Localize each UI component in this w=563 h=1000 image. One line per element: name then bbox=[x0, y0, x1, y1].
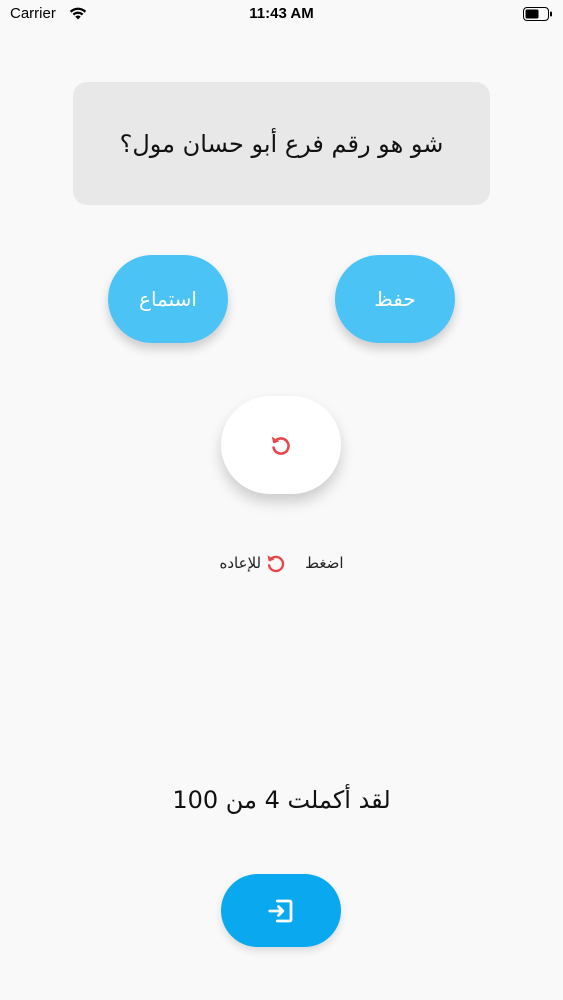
save-button-label: حفظ bbox=[374, 287, 416, 311]
battery-icon bbox=[523, 7, 552, 21]
status-bar: Carrier 11:43 AM bbox=[0, 0, 563, 32]
hint-press-text: اضغط bbox=[305, 554, 344, 572]
listen-button-label: استماع bbox=[139, 287, 197, 311]
progress-text: لقد أكملت 4 من 100 bbox=[172, 786, 391, 814]
refresh-icon bbox=[271, 436, 290, 455]
reset-hint: اضغط للإعاده bbox=[0, 550, 563, 576]
exit-button[interactable] bbox=[221, 874, 341, 947]
refresh-icon bbox=[267, 555, 285, 573]
question-card: شو هو رقم فرع أبو حسان مول؟ bbox=[73, 82, 490, 205]
listen-button[interactable]: استماع bbox=[108, 255, 228, 343]
reset-button[interactable] bbox=[221, 396, 341, 494]
save-button[interactable]: حفظ bbox=[335, 255, 455, 343]
app-screen: Carrier 11:43 AM شو هو رقم فرع أبو حسان … bbox=[0, 0, 563, 1000]
status-time: 11:43 AM bbox=[249, 5, 314, 22]
exit-icon bbox=[268, 899, 293, 922]
hint-repeat-text: للإعاده bbox=[219, 554, 262, 572]
question-text: شو هو رقم فرع أبو حسان مول؟ bbox=[119, 129, 444, 158]
